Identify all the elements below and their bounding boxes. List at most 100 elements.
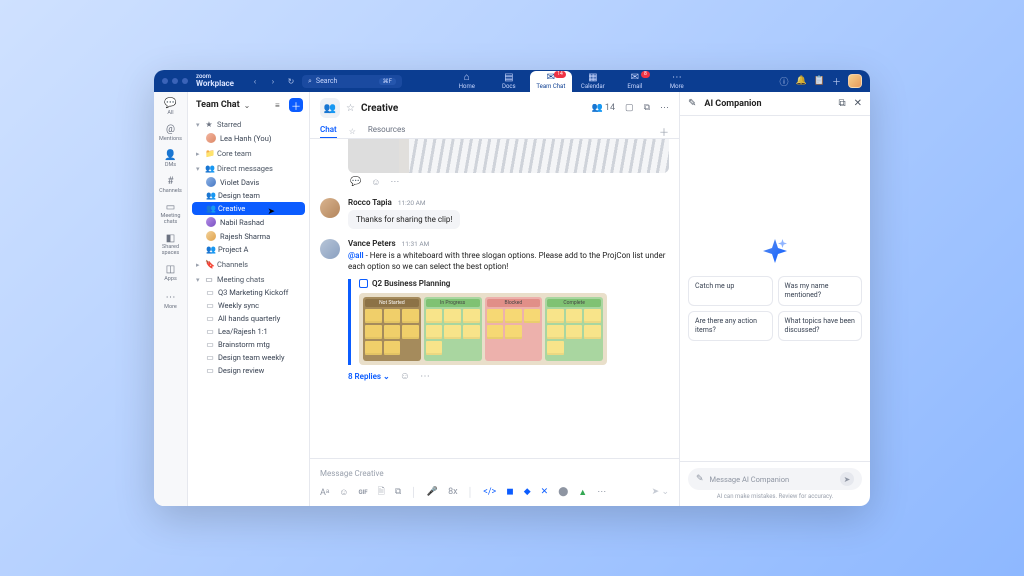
attach-icon[interactable]: 🗎 (378, 484, 385, 500)
plus-icon[interactable]: ＋ (832, 75, 841, 88)
sidebar-item[interactable]: Nabil Rashad (192, 215, 305, 229)
more-icon[interactable]: ⋯ (390, 177, 399, 188)
more-icon[interactable]: ⋯ (597, 487, 606, 497)
top-nav: ⌂Home ▤Docs ✉14Team Chat ▦Calendar ✉8Ema… (446, 71, 698, 92)
window-controls[interactable] (162, 78, 188, 84)
format-icon[interactable]: Aᵃ (320, 487, 329, 498)
avatar[interactable] (848, 74, 862, 88)
nav-email[interactable]: ✉8Email (614, 71, 656, 92)
rail-mentions[interactable]: @Mentions (159, 124, 182, 142)
sidebar-item[interactable]: Lea Hanh (You) (192, 131, 305, 145)
clipboard-icon[interactable]: 📋 (814, 76, 825, 86)
edit-icon[interactable]: ✎ (688, 98, 696, 109)
add-tab-button[interactable]: ＋ (659, 124, 669, 139)
section-core-team[interactable]: ▸📁Core team (192, 147, 305, 160)
code-icon[interactable]: </> (483, 487, 496, 497)
screenshot-icon[interactable]: ⧉ (395, 487, 401, 497)
nav-home[interactable]: ⌂Home (446, 71, 488, 92)
replies-link[interactable]: 8 Replies ⌄ (348, 372, 390, 381)
sidebar-item[interactable]: Violet Davis (192, 175, 305, 189)
composer-input[interactable]: Message Creative (320, 465, 669, 484)
traffic-dot[interactable] (172, 78, 178, 84)
sidebar-item[interactable]: Rajesh Sharma (192, 229, 305, 243)
ai-suggestions: Catch me up Was my name mentioned? Are t… (688, 276, 862, 341)
sidebar-item[interactable]: ▭Lea/Rajesh 1:1 (192, 325, 305, 338)
app-diamond-icon[interactable]: ◆ (524, 487, 531, 497)
sidebar-item[interactable]: ▭Weekly sync (192, 299, 305, 312)
filter-icon[interactable]: ≡ (275, 101, 285, 110)
info-icon[interactable]: ⓘ (780, 75, 789, 88)
nav-forward-icon[interactable]: › (268, 76, 278, 86)
sidebar-item-creative[interactable]: 👥Creative➤ (192, 202, 305, 215)
reply-icon[interactable]: 💬 (350, 177, 361, 188)
sidebar-item[interactable]: ▭Q3 Marketing Kickoff (192, 286, 305, 299)
section-dms[interactable]: ▾👥Direct messages (192, 162, 305, 175)
members-button[interactable]: 👥 14 (591, 103, 615, 113)
meeting-icon: ▭ (206, 327, 214, 336)
emoji-icon[interactable]: ☺ (339, 487, 348, 498)
bell-icon[interactable]: 🔔 (796, 76, 807, 86)
traffic-dot[interactable] (162, 78, 168, 84)
popout-icon[interactable]: ⧉ (838, 98, 845, 109)
new-chat-button[interactable]: ＋ (289, 98, 303, 112)
sidebar-item[interactable]: ▭Design team weekly (192, 351, 305, 364)
people-icon: 👥 (206, 204, 214, 213)
rail-dms[interactable]: 👤DMs (164, 150, 176, 168)
screen-share-button[interactable]: ⧉ (644, 103, 650, 113)
search-input[interactable]: ⌕ Search ⌘F (302, 75, 402, 88)
sidebar-item[interactable]: ▭All hands quarterly (192, 312, 305, 325)
more-icon: ⋯ (165, 292, 175, 303)
more-icon[interactable]: ⋯ (420, 371, 430, 382)
chevron-down-icon[interactable]: ⌄ (244, 101, 251, 110)
app-github-icon[interactable]: ⬤ (558, 487, 568, 497)
video-call-button[interactable]: ▢ (625, 103, 634, 113)
rail-channels[interactable]: #Channels (159, 176, 182, 194)
badge: 8 (641, 71, 650, 78)
ai-suggestion[interactable]: Was my name mentioned? (778, 276, 863, 306)
history-icon[interactable]: ↻ (286, 76, 296, 86)
tab-resources[interactable]: Resources (368, 125, 405, 138)
section-starred[interactable]: ▾★Starred (192, 118, 305, 131)
gif-button[interactable]: GIF (358, 489, 367, 496)
sidebar-item[interactable]: 👥Design team (192, 189, 305, 202)
message-time: 11:20 AM (398, 199, 426, 207)
record-icon[interactable]: 8x (448, 487, 458, 497)
ai-suggestion[interactable]: Are there any action items? (688, 311, 773, 341)
nav-team-chat[interactable]: ✉14Team Chat (530, 71, 572, 92)
nav-docs[interactable]: ▤Docs (488, 71, 530, 92)
rail-more[interactable]: ⋯More (164, 292, 177, 310)
ai-suggestion[interactable]: What topics have been discussed? (778, 311, 863, 341)
close-icon[interactable]: ✕ (854, 98, 862, 109)
sidebar-item[interactable]: ▭Design review (192, 364, 305, 377)
star-icon[interactable]: ☆ (346, 103, 355, 114)
mic-icon[interactable]: 🎤 (427, 487, 438, 497)
ai-send-button[interactable]: ➤ (840, 472, 854, 486)
section-channels[interactable]: ▸🔖Channels (192, 258, 305, 271)
ai-input[interactable]: ✎ Message AI Companion ➤ (688, 468, 862, 490)
ai-suggestion[interactable]: Catch me up (688, 276, 773, 306)
app-drive-icon[interactable]: ▲ (578, 487, 587, 498)
nav-back-icon[interactable]: ‹ (250, 76, 260, 86)
react-icon[interactable]: ☺ (400, 371, 410, 382)
traffic-dot[interactable] (182, 78, 188, 84)
sidebar-item[interactable]: 👥Project A (192, 243, 305, 256)
nav-more[interactable]: ⋯More (656, 71, 698, 92)
app-x-icon[interactable]: ✕ (541, 487, 549, 497)
send-button[interactable]: ➤ ⌄ (652, 487, 669, 497)
rail-apps[interactable]: ◫Apps (164, 264, 177, 282)
more-icon[interactable]: ⋯ (660, 103, 669, 113)
rail-shared-spaces[interactable]: ◧Shared spaces (154, 233, 187, 256)
video-clip-preview[interactable] (348, 139, 669, 173)
cursor-icon: ➤ (267, 207, 275, 217)
section-meeting-chats[interactable]: ▾▭Meeting chats (192, 273, 305, 286)
react-icon[interactable]: ☺ (371, 177, 380, 188)
channel-title: Creative (361, 103, 398, 114)
nav-calendar[interactable]: ▦Calendar (572, 71, 614, 92)
sidebar-item[interactable]: ▭Brainstorm mtg (192, 338, 305, 351)
people-icon: 👥 (206, 245, 214, 254)
app-box-icon[interactable]: ◼ (506, 487, 513, 497)
tab-chat[interactable]: Chat (320, 125, 337, 139)
whiteboard-card[interactable]: Q2 Business Planning Not Started In Prog… (348, 279, 669, 365)
rail-all[interactable]: 💬All (164, 98, 176, 116)
rail-meeting-chats[interactable]: ▭Meeting chats (154, 202, 187, 225)
